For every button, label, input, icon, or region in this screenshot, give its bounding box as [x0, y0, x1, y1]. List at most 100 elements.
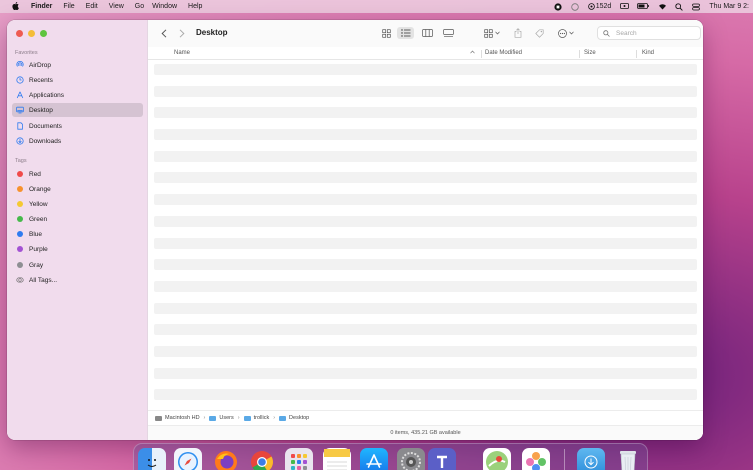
battery-icon[interactable] [637, 3, 650, 10]
menu-edit[interactable]: Edit [86, 3, 98, 10]
menu-file[interactable]: File [63, 3, 74, 10]
menu-help[interactable]: Help [188, 3, 202, 10]
list-view-button[interactable] [397, 27, 414, 39]
maps-icon[interactable] [483, 448, 511, 470]
safari-icon[interactable] [174, 448, 202, 470]
menu-clock[interactable]: Thu Mar 9 2: [709, 3, 749, 10]
group-by-button[interactable] [482, 27, 502, 39]
battery-health[interactable]: 152d [587, 3, 611, 10]
record-icon[interactable] [554, 3, 562, 11]
grammarly-icon[interactable] [571, 3, 579, 11]
sidebar-tag-yellow[interactable]: Yellow [12, 197, 143, 211]
tag-icon [534, 28, 544, 38]
sidebar-item-desktop[interactable]: Desktop [12, 103, 143, 117]
column-date-modified[interactable]: Date Modified [485, 50, 522, 56]
list-row-stripe [154, 107, 697, 119]
menu-view[interactable]: View [109, 3, 124, 10]
launchpad-icon[interactable] [285, 448, 313, 470]
notes-icon[interactable] [323, 448, 351, 470]
apple-menu-icon[interactable] [8, 1, 22, 12]
sidebar-tag-orange[interactable]: Orange [12, 182, 143, 196]
column-divider[interactable] [579, 50, 580, 58]
sidebar-item-recents[interactable]: Recents [12, 73, 143, 87]
chevron-right-icon [179, 28, 185, 38]
folder-icon [209, 415, 217, 421]
downloads-folder-icon[interactable] [577, 448, 605, 470]
forward-button[interactable] [176, 27, 188, 39]
path-chevron-icon: › [203, 415, 206, 421]
sidebar-tag-green[interactable]: Green [12, 212, 143, 226]
firefox-icon[interactable] [212, 448, 240, 470]
list-row-stripe [154, 237, 697, 249]
window-controls [16, 30, 47, 37]
download-icon [16, 137, 24, 145]
app-store-icon[interactable] [360, 448, 388, 470]
folder-icon [243, 415, 251, 421]
menu-bar: Finder File Edit View Go Window Help 152… [0, 0, 753, 13]
display-icon[interactable] [620, 3, 630, 10]
icon-view-button[interactable] [379, 27, 393, 39]
column-divider[interactable] [636, 50, 637, 58]
sidebar-item-applications[interactable]: Applications [12, 88, 143, 102]
sidebar-item-documents[interactable]: Documents [12, 119, 143, 133]
sidebar-item-airdrop[interactable]: AirDrop [12, 58, 143, 72]
circle-status-icon [587, 3, 595, 10]
list-row-stripe [154, 345, 697, 357]
sidebar-item-label: Recents [29, 76, 53, 84]
sidebar-tag-blue[interactable]: Blue [12, 227, 143, 241]
list-row-stripe [154, 85, 697, 97]
column-kind[interactable]: Kind [642, 50, 654, 56]
search-input[interactable] [616, 29, 696, 37]
photos-icon[interactable] [522, 448, 550, 470]
finder-icon[interactable] [138, 448, 166, 470]
menu-app-name[interactable]: Finder [31, 3, 52, 10]
sidebar-tag-purple[interactable]: Purple [12, 242, 143, 256]
list-row-stripe [154, 324, 697, 336]
teams-icon[interactable] [428, 448, 456, 470]
tag-label: Purple [29, 245, 48, 253]
column-name[interactable]: Name [174, 50, 190, 56]
tags-button[interactable] [533, 27, 545, 39]
hard-drive-icon [155, 415, 162, 421]
list-row-stripe [154, 64, 697, 75]
sidebar-all-tags[interactable]: All Tags... [12, 273, 143, 287]
menu-window[interactable]: Window [152, 3, 177, 10]
tag-label: Yellow [29, 200, 48, 208]
chevron-down-icon [495, 31, 500, 35]
column-size[interactable]: Size [584, 50, 596, 56]
path-segment-users[interactable]: Users [209, 415, 234, 421]
desktop-icon [16, 106, 24, 114]
system-preferences-icon[interactable] [397, 448, 425, 470]
close-button[interactable] [16, 30, 23, 37]
menu-go[interactable]: Go [135, 3, 144, 10]
file-list[interactable] [154, 64, 697, 411]
path-label: Macintosh HD [165, 415, 200, 421]
spotlight-icon[interactable] [675, 3, 684, 11]
sidebar-tag-gray[interactable]: Gray [12, 258, 143, 272]
trash-icon[interactable] [614, 448, 642, 470]
tag-dot-icon [17, 201, 23, 207]
tag-label: Gray [29, 261, 44, 269]
path-segment-disk[interactable]: Macintosh HD [155, 415, 200, 421]
sidebar-item-downloads[interactable]: Downloads [12, 134, 143, 148]
gallery-view-button[interactable] [441, 27, 455, 39]
column-divider[interactable] [481, 50, 482, 58]
sidebar-tag-red[interactable]: Red [12, 167, 143, 181]
sort-chevron-up-icon [470, 50, 475, 56]
wifi-icon[interactable] [658, 3, 667, 10]
all-tags-label: All Tags... [29, 276, 58, 284]
zoom-button[interactable] [40, 30, 47, 37]
tag-dot-icon [17, 246, 23, 252]
column-view-button[interactable] [420, 27, 434, 39]
chrome-icon[interactable] [248, 448, 276, 470]
sidebar-item-label: Desktop [29, 106, 53, 114]
control-center-icon[interactable] [692, 3, 701, 11]
share-button[interactable] [512, 27, 524, 39]
path-segment-desktop[interactable]: Desktop [279, 415, 309, 421]
dock [133, 443, 648, 470]
minimize-button[interactable] [28, 30, 35, 37]
path-segment-home[interactable]: trollick [243, 415, 269, 421]
back-button[interactable] [158, 27, 170, 39]
search-field[interactable] [597, 26, 701, 40]
action-button[interactable] [556, 27, 576, 39]
